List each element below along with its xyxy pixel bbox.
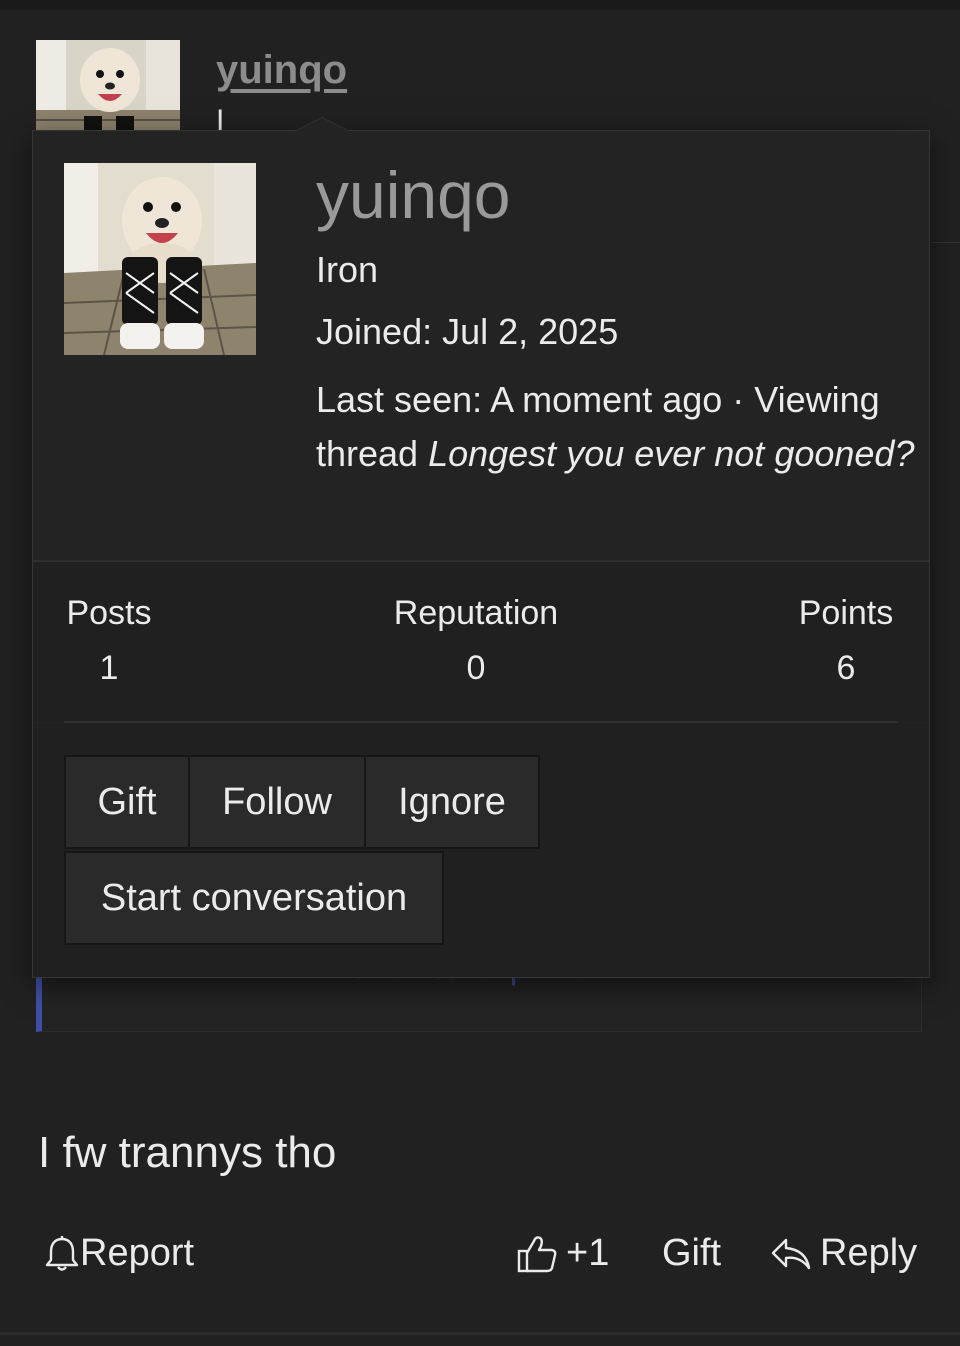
reply-button[interactable]: Reply <box>770 1232 917 1275</box>
like-count: +1 <box>566 1232 610 1274</box>
bell-icon <box>44 1234 80 1274</box>
follow-button[interactable]: Follow <box>188 755 366 849</box>
stat-reputation-value: 0 <box>466 649 486 687</box>
report-button[interactable]: Report <box>44 1232 194 1275</box>
header-divider <box>930 242 960 243</box>
start-conversation-button[interactable]: Start conversation <box>64 851 444 945</box>
post-actions: Report +1 Gift Reply <box>0 1232 960 1292</box>
reply-arrow-icon <box>770 1234 812 1274</box>
viewing-thread-link[interactable]: Longest you ever not gooned? <box>428 433 914 474</box>
ignore-button[interactable]: Ignore <box>364 755 540 849</box>
stat-points-value: 6 <box>836 649 856 687</box>
stat-reputation-label: Reputation <box>393 594 559 632</box>
member-username[interactable]: yuinqo <box>316 157 511 233</box>
like-button[interactable]: +1 <box>516 1232 609 1275</box>
member-joined: Joined: Jul 2, 2025 <box>316 311 619 352</box>
post-avatar[interactable] <box>36 40 180 130</box>
report-label: Report <box>80 1232 195 1274</box>
thumbs-up-icon <box>516 1233 558 1275</box>
post-username[interactable]: yuinqo <box>216 48 347 93</box>
stat-posts-label: Posts <box>66 594 152 632</box>
reply-label: Reply <box>820 1232 918 1274</box>
stat-points: Points 6 <box>793 594 899 688</box>
post-body-text: I fw trannys tho <box>38 1128 337 1177</box>
stat-posts[interactable]: Posts 1 <box>64 594 154 688</box>
card-gift-button[interactable]: Gift <box>64 755 190 849</box>
member-avatar[interactable] <box>64 163 256 355</box>
top-bar <box>0 0 960 10</box>
member-tooltip-card: yuinqo Iron Joined: Jul 2, 2025 Last see… <box>32 117 930 978</box>
member-rank: Iron <box>316 249 379 290</box>
tooltip-arrow <box>294 117 350 131</box>
member-stats: Posts 1 Reputation 0 Points 6 <box>33 562 929 722</box>
post-divider <box>0 1332 960 1335</box>
gift-button[interactable]: Gift <box>662 1232 721 1275</box>
member-last-seen: Last seen: A moment ago · Viewing thread… <box>316 373 916 481</box>
stat-reputation: Reputation 0 <box>386 594 566 688</box>
stat-points-label: Points <box>798 594 894 632</box>
stat-posts-value: 1 <box>99 649 119 687</box>
